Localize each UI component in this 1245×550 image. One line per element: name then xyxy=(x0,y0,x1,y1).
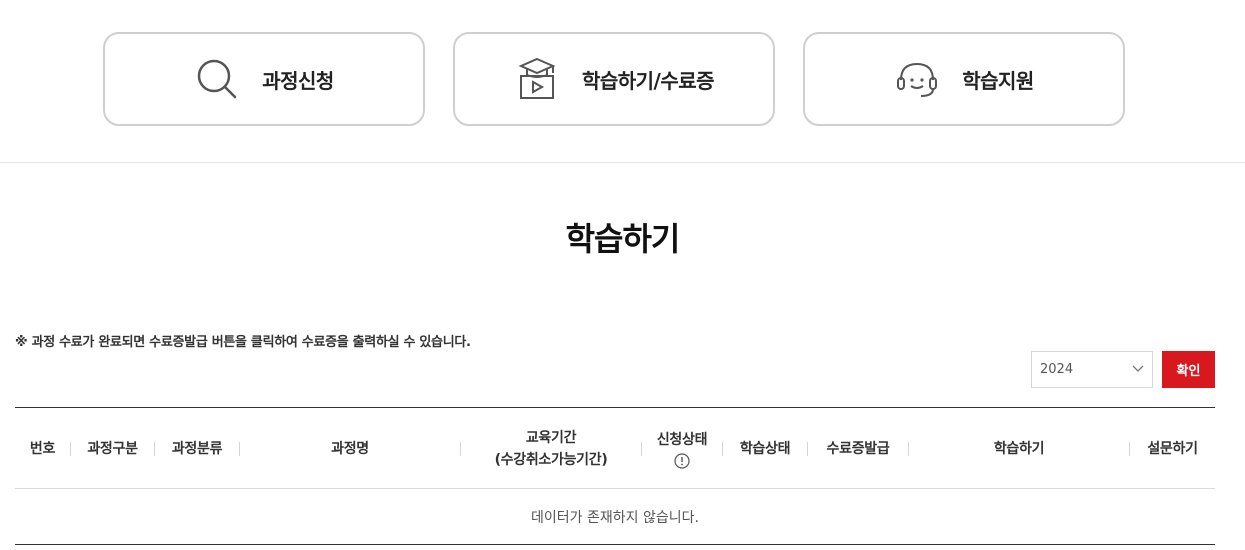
course-apply-card[interactable]: 과정신청 xyxy=(103,32,425,126)
empty-message: 데이터가 존재하지 않습니다. xyxy=(531,509,699,526)
table-body: 데이터가 존재하지 않습니다. xyxy=(15,489,1215,545)
study-certificate-card[interactable]: 학습하기/수료증 xyxy=(453,32,775,126)
confirm-button[interactable]: 확인 xyxy=(1162,351,1215,388)
year-select[interactable]: 2024 xyxy=(1031,351,1153,388)
course-apply-label: 과정신청 xyxy=(262,68,334,93)
col-header-period-line1: 교육기간 xyxy=(525,429,577,446)
learning-support-card[interactable]: 학습지원 xyxy=(803,32,1125,126)
quick-menu: 과정신청 학습하기/수료증 학습지원 xyxy=(0,0,1245,163)
col-header-period-line2: (수강취소가능기간) xyxy=(494,451,608,468)
graduation-video-icon xyxy=(514,56,560,102)
headset-icon xyxy=(894,56,940,102)
learning-support-label: 학습지원 xyxy=(962,68,1034,93)
info-icon[interactable] xyxy=(674,452,690,469)
col-header-course-category: 과정분류 xyxy=(171,440,223,457)
col-header-course-type: 과정구분 xyxy=(87,440,138,457)
col-header-period: 교육기간 (수강취소가능기간) xyxy=(461,408,641,489)
col-header-certificate: 수료증발급 xyxy=(826,440,890,457)
col-header-learn-status: 학습상태 xyxy=(739,440,791,457)
search-icon xyxy=(194,56,240,102)
col-header-apply-status-label: 신청상태 xyxy=(656,431,708,448)
study-certificate-label: 학습하기/수료증 xyxy=(581,68,715,93)
col-header-course-name: 과정명 xyxy=(331,440,369,457)
study-table: 번호 과정구분 과정분류 과정명 교육기간 (수강취소가능기간) 신청상태 학습… xyxy=(15,407,1215,545)
chevron-down-icon xyxy=(1132,362,1144,374)
col-header-apply-status: 신청상태 xyxy=(642,408,722,489)
year-select-value: 2024 xyxy=(1040,362,1074,377)
col-header-no: 번호 xyxy=(29,440,56,457)
certificate-notice: ※ 과정 수료가 완료되면 수료증발급 버튼을 클릭하여 수료증을 출력하실 수… xyxy=(15,335,471,350)
page-title: 학습하기 xyxy=(565,220,681,258)
col-header-survey: 설문하기 xyxy=(1147,440,1198,457)
col-header-study: 학습하기 xyxy=(993,440,1045,457)
table-header-row: 번호 과정구분 과정분류 과정명 교육기간 (수강취소가능기간) 신청상태 학습… xyxy=(15,407,1215,489)
